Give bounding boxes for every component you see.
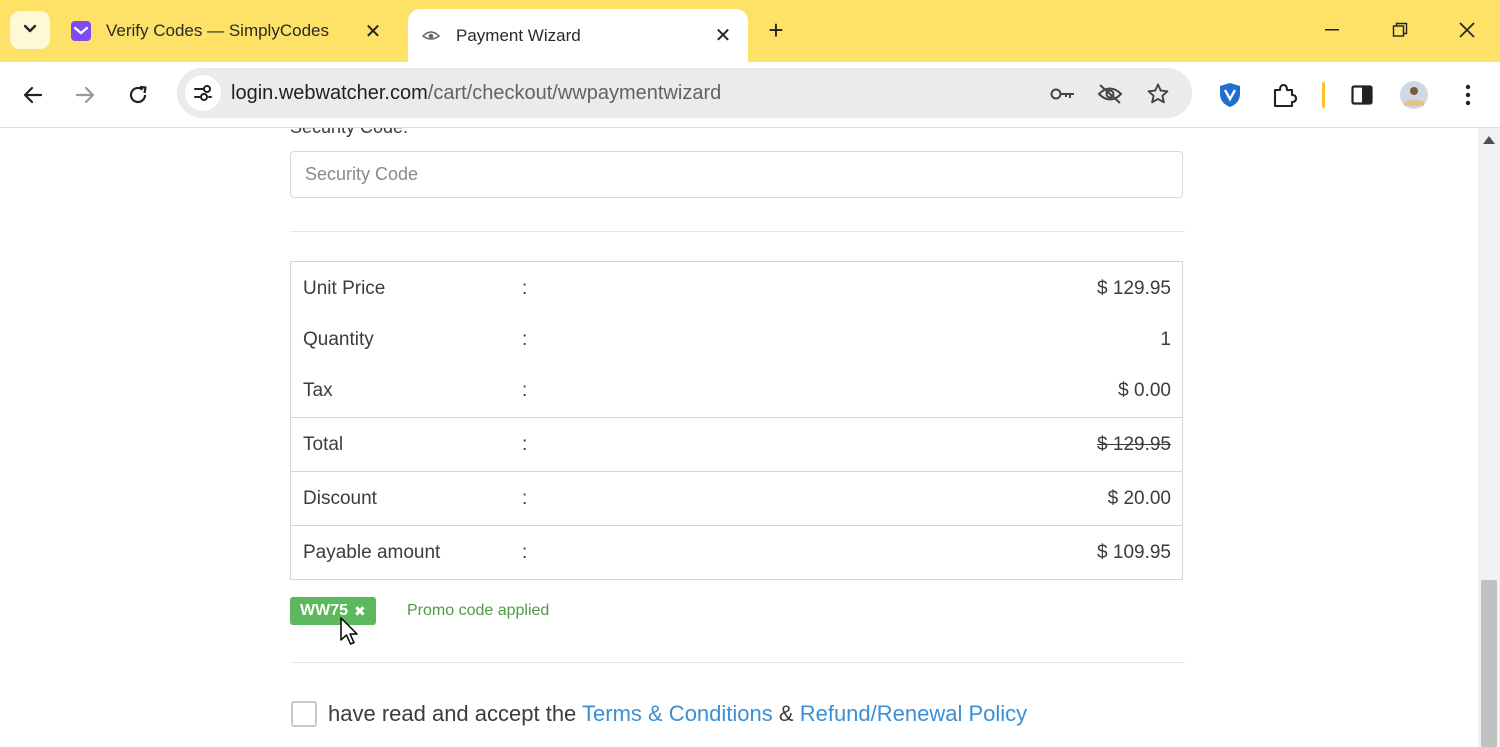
accept-terms-label: have read and accept the Terms & Conditi… [328, 701, 1027, 727]
simplycodes-favicon-icon [70, 20, 92, 42]
url-host: login.webwatcher.com [231, 82, 428, 104]
summary-label: Total [303, 433, 344, 455]
scrollbar-thumb[interactable] [1481, 580, 1497, 747]
summary-value-struck: $ 129.95 [1097, 433, 1171, 455]
reload-icon[interactable] [119, 76, 157, 114]
eye-off-icon[interactable] [1096, 80, 1124, 108]
tab-bar: Verify Codes — SimplyCodes ✕ Payment Wiz… [0, 0, 1500, 62]
terms-conditions-link[interactable]: Terms & Conditions [582, 701, 773, 726]
tab-search-button[interactable] [10, 11, 50, 49]
promo-applied-message: Promo code applied [407, 602, 550, 619]
summary-value: 1 [1160, 329, 1171, 350]
url-path: /cart/checkout/wwpaymentwizard [427, 82, 722, 104]
back-icon[interactable] [14, 76, 52, 114]
summary-row-tax: Tax : $ 0.00 [291, 365, 1182, 417]
promo-code-badge: WW75 ✖ [290, 597, 376, 625]
summary-colon: : [522, 541, 528, 563]
browser-toolbar: login.webwatcher.com/cart/checkout/wwpay… [0, 62, 1500, 128]
page-content: Security Code: Unit Price : $ 129.95 Qua… [0, 128, 1478, 747]
browser-menu-icon[interactable] [1451, 78, 1485, 112]
divider [290, 662, 1185, 663]
accept-terms-checkbox[interactable] [291, 701, 317, 727]
summary-colon: : [522, 487, 528, 509]
summary-row-discount: Discount : $ 20.00 [291, 471, 1182, 525]
scroll-up-arrow-icon[interactable] [1483, 136, 1495, 144]
summary-value: $ 20.00 [1107, 487, 1171, 509]
summary-colon: : [522, 277, 528, 299]
close-window-icon[interactable] [1447, 14, 1487, 46]
restore-icon[interactable] [1380, 14, 1420, 46]
address-bar[interactable]: login.webwatcher.com/cart/checkout/wwpay… [177, 68, 1192, 118]
refund-renewal-policy-link[interactable]: Refund/Renewal Policy [800, 701, 1027, 726]
eye-favicon-icon [420, 25, 442, 47]
tab-title: Verify Codes — SimplyCodes [106, 21, 329, 40]
site-info-icon[interactable] [185, 75, 221, 111]
summary-value: $ 129.95 [1097, 277, 1171, 299]
page-scrollbar[interactable] [1478, 128, 1500, 747]
summary-colon: : [522, 380, 528, 401]
summary-label: Discount [303, 487, 377, 509]
summary-value: $ 109.95 [1097, 541, 1171, 563]
profile-avatar[interactable] [1397, 78, 1431, 112]
minimize-icon[interactable] [1312, 14, 1352, 46]
ampersand-text: & [778, 701, 794, 726]
tab-close-icon[interactable]: ✕ [358, 16, 388, 46]
new-tab-plus-icon[interactable]: + [760, 14, 792, 46]
tab-payment-wizard[interactable]: Payment Wizard ✕ [408, 9, 748, 62]
tab-verify-codes[interactable]: Verify Codes — SimplyCodes ✕ [58, 9, 398, 53]
divider [290, 231, 1185, 232]
summary-label: Unit Price [303, 277, 386, 299]
key-icon[interactable] [1049, 80, 1077, 108]
security-code-input[interactable] [290, 151, 1183, 198]
mouse-cursor-icon [340, 617, 358, 645]
chevron-down-icon [22, 20, 38, 41]
summary-label: Tax [303, 380, 333, 401]
toolbar-divider [1322, 82, 1325, 108]
summary-row-quantity: Quantity : 1 [291, 315, 1182, 365]
shield-extension-icon[interactable] [1213, 78, 1247, 112]
summary-colon: : [522, 433, 528, 455]
summary-row-unit-price: Unit Price : $ 129.95 [291, 262, 1182, 315]
order-summary-table: Unit Price : $ 129.95 Quantity : 1 Tax :… [290, 261, 1183, 580]
forward-icon[interactable] [66, 76, 104, 114]
tab-close-icon[interactable]: ✕ [708, 21, 738, 51]
tab-title: Payment Wizard [456, 25, 581, 45]
summary-value: $ 0.00 [1118, 380, 1171, 401]
url-text[interactable]: login.webwatcher.com/cart/checkout/wwpay… [231, 82, 721, 105]
summary-label: Payable amount [303, 541, 441, 563]
accept-terms-text: have read and accept the [328, 701, 577, 726]
side-panel-icon[interactable] [1345, 78, 1379, 112]
summary-row-total: Total : $ 129.95 [291, 417, 1182, 471]
summary-row-payable-amount: Payable amount : $ 109.95 [291, 525, 1182, 579]
security-code-label: Security Code: [290, 128, 408, 138]
bookmark-star-icon[interactable] [1144, 80, 1172, 108]
extensions-puzzle-icon[interactable] [1267, 78, 1301, 112]
summary-colon: : [522, 329, 528, 350]
summary-label: Quantity [303, 329, 374, 350]
